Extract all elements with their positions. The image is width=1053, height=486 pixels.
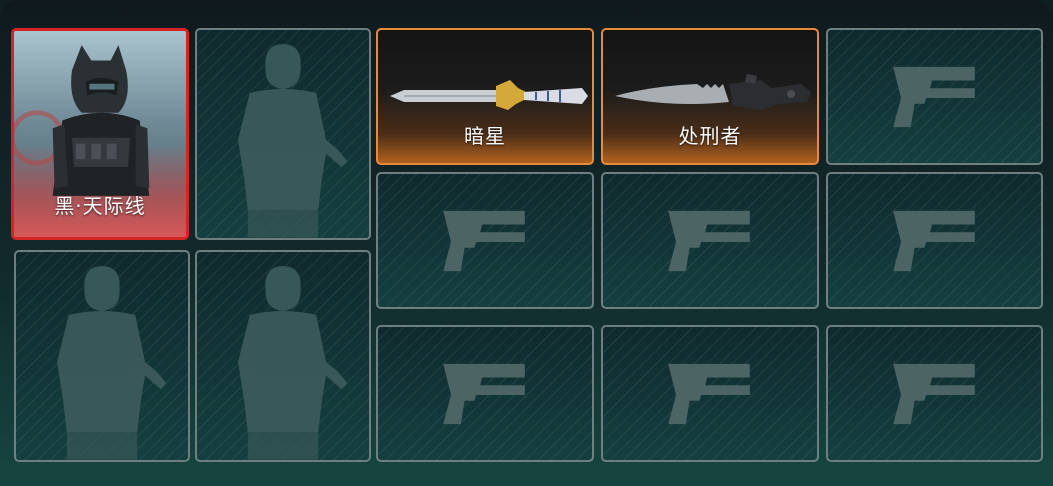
pistol-icon <box>893 210 975 272</box>
soldier-silhouette-icon <box>238 44 348 238</box>
soldier-silhouette-icon <box>57 266 167 460</box>
weapon-slot-2[interactable]: 处刑者 <box>601 28 819 165</box>
character-slot-2[interactable] <box>195 28 371 240</box>
weapon-slot-4[interactable] <box>376 172 594 309</box>
weapon-slot-1[interactable]: 暗星 <box>376 28 594 165</box>
weapon-slot-6[interactable] <box>826 172 1043 309</box>
pistol-icon <box>443 363 525 425</box>
weapon-slot-3[interactable] <box>826 28 1043 165</box>
knife-icon <box>390 80 588 110</box>
pistol-icon <box>443 210 525 272</box>
loadout-panel: 黑·天际线 暗星 处刑者 <box>0 0 1053 486</box>
weapon-slot-9[interactable] <box>826 325 1043 462</box>
serrated-knife-icon <box>615 74 811 110</box>
pistol-icon <box>668 210 750 272</box>
character-slot-3[interactable] <box>14 250 190 462</box>
character-name: 黑·天际线 <box>54 194 146 218</box>
pistol-icon <box>893 363 975 425</box>
weapon-name: 处刑者 <box>678 124 742 148</box>
pistol-icon <box>668 363 750 425</box>
character-slot-1[interactable]: 黑·天际线 <box>11 28 189 240</box>
weapon-slot-7[interactable] <box>376 325 594 462</box>
weapon-name: 暗星 <box>464 124 506 148</box>
character-slot-4[interactable] <box>195 250 371 462</box>
soldier-silhouette-icon <box>238 266 348 460</box>
weapon-slot-8[interactable] <box>601 325 819 462</box>
pistol-icon <box>893 66 975 128</box>
weapon-slot-5[interactable] <box>601 172 819 309</box>
